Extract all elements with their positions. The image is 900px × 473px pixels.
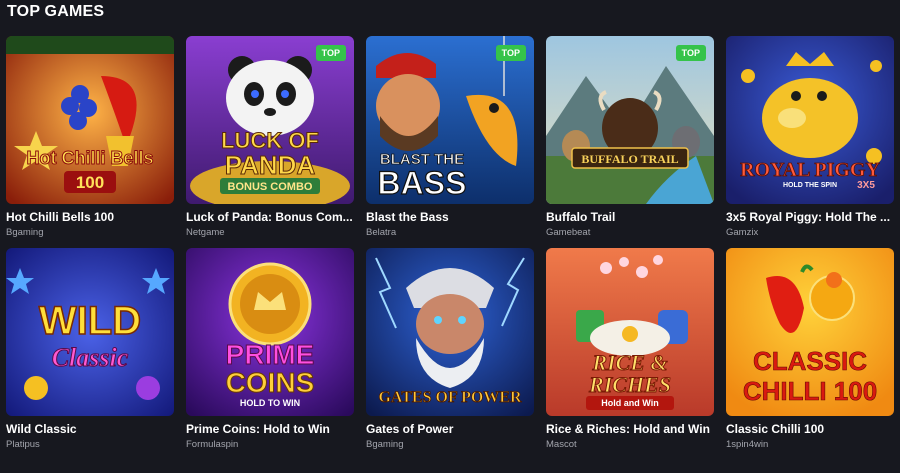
game-thumbnail[interactable]: LUCK OF PANDA BONUS COMBO TOP: [186, 36, 354, 204]
art-line-2: 100: [76, 173, 104, 192]
top-badge: TOP: [495, 45, 526, 61]
hot-chilli-bells-artwork: Hot Chilli Bells 100: [6, 36, 174, 204]
game-thumbnail[interactable]: GATES OF POWER: [366, 248, 534, 416]
game-title[interactable]: Luck of Panda: Bonus Com...: [186, 210, 354, 224]
game-provider: Mascot: [546, 439, 577, 450]
prime-coins-artwork: PRIME COINS HOLD TO WIN: [186, 248, 354, 416]
top-badge: TOP: [315, 45, 346, 61]
game-thumbnail[interactable]: BLAST THE BASS TOP: [366, 36, 534, 204]
blast-the-bass-artwork: BLAST THE BASS: [366, 36, 534, 204]
game-provider: Platipus: [6, 439, 40, 450]
game-card-blast-the-bass[interactable]: BLAST THE BASS TOP Blast the Bass Belatr…: [366, 36, 534, 238]
game-thumbnail[interactable]: CLASSIC CHILLI 100: [726, 248, 894, 416]
top-badge: TOP: [675, 45, 706, 61]
game-provider: Belatra: [366, 227, 397, 238]
game-card-wild-classic[interactable]: WILD Classic Wild Classic Platipus: [6, 248, 174, 450]
game-card-luck-of-panda[interactable]: LUCK OF PANDA BONUS COMBO TOP Luck of Pa…: [186, 36, 354, 238]
game-title[interactable]: Prime Coins: Hold to Win: [186, 422, 354, 436]
wild-classic-artwork: WILD Classic: [6, 248, 174, 416]
game-title[interactable]: Gates of Power: [366, 422, 534, 436]
art-line-2: CHILLI 100: [743, 376, 877, 406]
art-line-1: BUFFALO TRAIL: [581, 152, 678, 166]
art-line-1: Hot Chilli Bells: [26, 148, 153, 168]
game-thumbnail[interactable]: WILD Classic: [6, 248, 174, 416]
game-title[interactable]: Blast the Bass: [366, 210, 534, 224]
game-provider: Formulaspin: [186, 439, 239, 450]
games-grid: Hot Chilli Bells 100 Hot Chilli Bells 10…: [6, 36, 894, 450]
rice-and-riches-artwork: RICE & RICHES Hold and Win: [546, 248, 714, 416]
game-provider: Gamzix: [726, 227, 759, 238]
game-card-buffalo-trail[interactable]: BUFFALO TRAIL TOP Buffalo Trail Gamebeat: [546, 36, 714, 238]
art-line-2: PANDA: [225, 150, 316, 180]
game-title[interactable]: Classic Chilli 100: [726, 422, 894, 436]
game-card-gates-of-power[interactable]: GATES OF POWER Gates of Power Bgaming: [366, 248, 534, 450]
art-line-3: HOLD TO WIN: [240, 398, 300, 408]
game-provider: 1spin4win: [726, 439, 769, 450]
art-line-3: Hold and Win: [601, 398, 658, 408]
game-card-royal-piggy[interactable]: ROYAL PIGGY HOLD THE SPIN 3X5 3x5 Royal …: [726, 36, 894, 238]
game-thumbnail[interactable]: BUFFALO TRAIL TOP: [546, 36, 714, 204]
art-line-1: WILD: [39, 299, 141, 343]
art-line-1: ROYAL PIGGY: [740, 159, 880, 181]
art-line-2: Classic: [52, 343, 129, 372]
game-thumbnail[interactable]: Hot Chilli Bells 100: [6, 36, 174, 204]
section-title: TOP GAMES: [7, 3, 105, 20]
art-line-2: COINS: [226, 367, 315, 398]
art-line-2: HOLD THE SPIN: [783, 182, 837, 189]
game-provider: Gamebeat: [546, 227, 591, 238]
luck-of-panda-artwork: LUCK OF PANDA BONUS COMBO: [186, 36, 354, 204]
game-provider: Netgame: [186, 227, 225, 238]
game-title[interactable]: Wild Classic: [6, 422, 174, 436]
game-thumbnail[interactable]: PRIME COINS HOLD TO WIN: [186, 248, 354, 416]
royal-piggy-artwork: ROYAL PIGGY HOLD THE SPIN 3X5: [726, 36, 894, 204]
game-provider: Bgaming: [6, 227, 44, 238]
game-title[interactable]: Rice & Riches: Hold and Win: [546, 422, 714, 436]
art-line-1: CLASSIC: [753, 346, 867, 376]
game-title[interactable]: Buffalo Trail: [546, 210, 714, 224]
game-thumbnail[interactable]: ROYAL PIGGY HOLD THE SPIN 3X5: [726, 36, 894, 204]
game-title[interactable]: 3x5 Royal Piggy: Hold The ...: [726, 210, 894, 224]
art-line-2: RICHES: [588, 372, 671, 397]
game-provider: Bgaming: [366, 439, 404, 450]
game-card-rice-and-riches[interactable]: RICE & RICHES Hold and Win Rice & Riches…: [546, 248, 714, 450]
game-card-prime-coins[interactable]: PRIME COINS HOLD TO WIN Prime Coins: Hol…: [186, 248, 354, 450]
game-card-hot-chilli-bells[interactable]: Hot Chilli Bells 100 Hot Chilli Bells 10…: [6, 36, 174, 238]
art-line-1: PRIME: [226, 339, 315, 370]
game-card-classic-chilli-100[interactable]: CLASSIC CHILLI 100 Classic Chilli 100 1s…: [726, 248, 894, 450]
art-line-2: BASS: [378, 165, 467, 201]
game-thumbnail[interactable]: RICE & RICHES Hold and Win: [546, 248, 714, 416]
art-line-1: GATES OF POWER: [378, 389, 522, 406]
game-title[interactable]: Hot Chilli Bells 100: [6, 210, 174, 224]
art-line-3: 3X5: [857, 180, 875, 191]
art-line-3: BONUS COMBO: [228, 181, 313, 193]
gates-of-power-artwork: GATES OF POWER: [366, 248, 534, 416]
buffalo-trail-artwork: BUFFALO TRAIL: [546, 36, 714, 204]
classic-chilli-100-artwork: CLASSIC CHILLI 100: [726, 248, 894, 416]
